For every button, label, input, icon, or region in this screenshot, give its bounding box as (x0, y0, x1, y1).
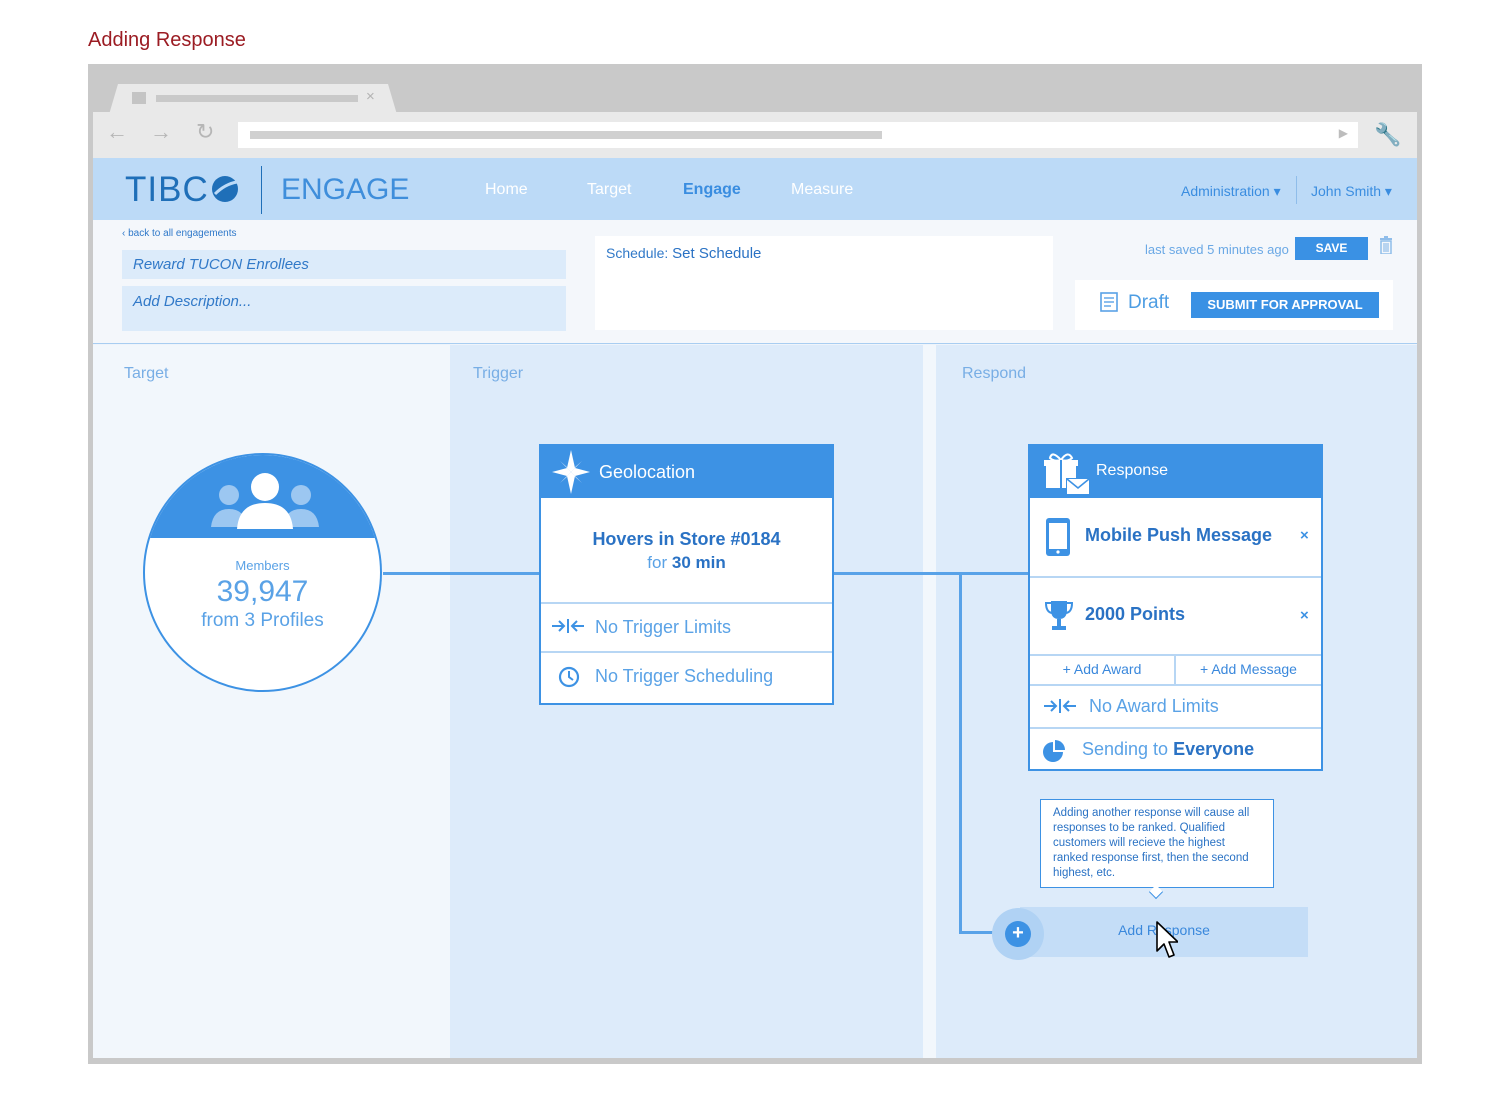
menu-divider (1296, 176, 1297, 204)
award-limits-row[interactable]: No Award Limits (1030, 684, 1321, 727)
trash-icon[interactable] (1379, 236, 1393, 254)
target-column-label: Target (124, 365, 169, 382)
forward-arrow-icon[interactable]: → (150, 119, 172, 145)
schedule-label: Schedule: (606, 245, 669, 261)
set-schedule-link[interactable]: Set Schedule (672, 245, 761, 262)
geolocation-card-header: Geolocation (541, 446, 832, 498)
trigger-response-connector (834, 572, 1030, 575)
gift-envelope-icon (1044, 453, 1090, 495)
draft-status: Draft (1128, 292, 1170, 313)
page-caption: Adding Response (88, 29, 246, 51)
response-item[interactable]: Mobile Push Message × (1030, 498, 1321, 576)
address-go-icon[interactable]: ▶ (1339, 126, 1348, 140)
logo-ball-icon (211, 176, 238, 202)
respond-column-label: Respond (962, 365, 1027, 382)
add-buttons-row: + Add Award + Add Message (1030, 654, 1321, 684)
ranking-tooltip: Adding another response will cause all r… (1040, 799, 1274, 888)
trigger-condition: Hovers in Store #0184 (592, 529, 781, 549)
back-to-engagements-link[interactable]: ‹ back to all engagements (122, 228, 237, 239)
sending-to-audience: Everyone (1173, 739, 1255, 759)
clock-icon (558, 666, 580, 688)
last-saved-text: last saved 5 minutes ago (1145, 242, 1289, 257)
geolocation-card[interactable]: Geolocation Hovers in Store #0184 for 30… (539, 444, 834, 705)
logo-text: TIBC (125, 170, 209, 209)
sending-to-row[interactable]: Sending to Everyone (1030, 727, 1321, 771)
reload-icon[interactable]: ↻ (196, 119, 214, 145)
remove-response-icon[interactable]: × (1300, 607, 1309, 624)
response-title: Response (1096, 462, 1169, 479)
description-field[interactable]: Add Description... (122, 286, 566, 331)
trigger-limits-row[interactable]: No Trigger Limits (541, 602, 832, 651)
response-item-label: 2000 Points (1085, 604, 1186, 624)
members-circle-header (145, 455, 380, 538)
sending-to-label: Sending to Everyone (1082, 739, 1254, 760)
nav-target[interactable]: Target (587, 181, 631, 199)
add-message-button[interactable]: + Add Message (1176, 656, 1321, 684)
trigger-duration: for 30 min (541, 553, 832, 573)
add-award-button[interactable]: + Add Award (1030, 656, 1176, 684)
user-menu[interactable]: John Smith ▾ (1311, 183, 1392, 200)
members-circle[interactable]: Members 39,947 from 3 Profiles (143, 453, 382, 692)
trigger-duration-value: 30 min (671, 553, 726, 572)
tab-favicon-icon (132, 92, 146, 104)
product-name: ENGAGE (281, 173, 410, 206)
limits-arrows-icon (552, 619, 584, 633)
limits-arrows-icon (1044, 699, 1076, 713)
remove-response-icon[interactable]: × (1300, 527, 1309, 544)
back-arrow-icon[interactable]: ← (106, 119, 128, 145)
administration-menu[interactable]: Administration ▾ (1181, 183, 1281, 200)
members-profiles: from 3 Profiles (201, 610, 324, 631)
logo-divider (261, 166, 262, 214)
mobile-phone-icon (1046, 518, 1070, 556)
response-item-label: Mobile Push Message (1085, 525, 1273, 545)
top-nav-bar: TIBC ENGAGE Home Target Engage Measure A… (93, 158, 1417, 220)
nav-home[interactable]: Home (485, 181, 528, 199)
trigger-duration-prefix: for (647, 553, 668, 572)
tab-close-icon[interactable]: × (366, 88, 375, 105)
save-button[interactable]: SAVE (1295, 237, 1368, 260)
engagement-name-field[interactable]: Reward TUCON Enrollees (122, 250, 566, 279)
response-card-header: Response (1030, 446, 1321, 498)
target-column: Target (93, 345, 450, 1058)
address-text-placeholder (250, 131, 882, 139)
geolocation-title: Geolocation (599, 462, 696, 482)
people-icon (211, 473, 319, 529)
members-count: 39,947 (216, 575, 309, 608)
compass-star-icon (552, 450, 590, 494)
schedule-panel: Schedule: Set Schedule (595, 236, 1053, 330)
wrench-icon[interactable]: 🔧 (1374, 122, 1401, 148)
branch-vertical-connector (959, 572, 962, 934)
trigger-scheduling-row[interactable]: No Trigger Scheduling (541, 651, 832, 703)
response-card[interactable]: Response Mobile Push Message × 2000 Poin… (1028, 444, 1323, 771)
trigger-column-label: Trigger (473, 365, 524, 382)
target-trigger-connector (383, 572, 541, 575)
document-icon (1100, 292, 1118, 312)
trigger-limits-label: No Trigger Limits (595, 617, 732, 637)
mouse-pointer-icon (1156, 921, 1178, 958)
engagement-header: ‹ back to all engagements Reward TUCON E… (93, 220, 1417, 344)
award-limits-label: No Award Limits (1089, 696, 1219, 716)
trigger-scheduling-label: No Trigger Scheduling (595, 666, 774, 686)
response-item[interactable]: 2000 Points × (1030, 576, 1321, 654)
tibco-logo[interactable]: TIBC (125, 170, 240, 210)
tab-title-placeholder (156, 95, 358, 102)
plus-icon[interactable]: + (1005, 921, 1031, 947)
pie-chart-icon (1043, 740, 1065, 762)
nav-engage[interactable]: Engage (683, 181, 741, 199)
trophy-icon (1045, 601, 1073, 630)
address-bar[interactable]: ▶ (238, 122, 1358, 148)
members-label: Members (235, 558, 290, 573)
status-panel: Draft SUBMIT FOR APPROVAL (1075, 280, 1393, 330)
sending-to-prefix: Sending to (1082, 739, 1169, 759)
submit-for-approval-button[interactable]: SUBMIT FOR APPROVAL (1191, 292, 1379, 318)
nav-measure[interactable]: Measure (791, 181, 853, 199)
column-gap (923, 345, 936, 1058)
